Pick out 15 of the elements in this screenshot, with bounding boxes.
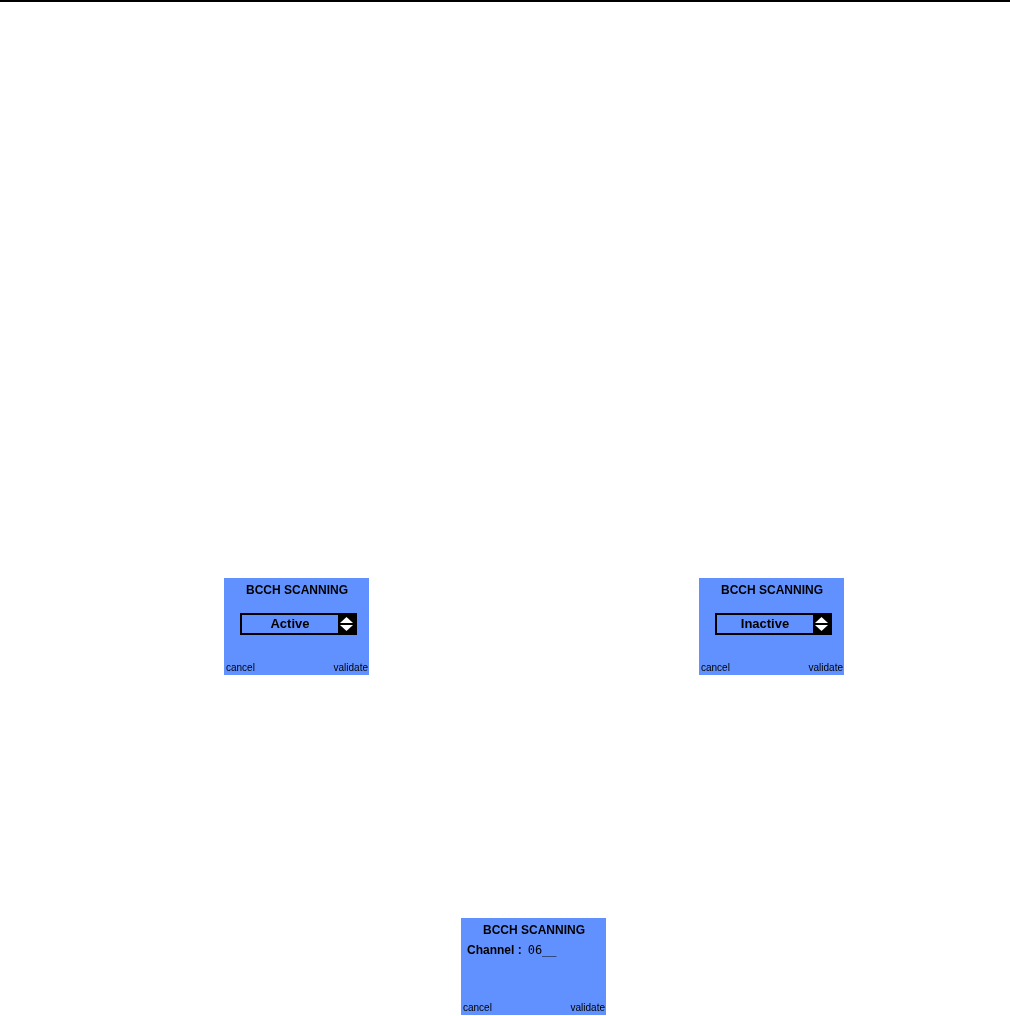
screen-title: BCCH SCANNING [246,583,348,597]
screen-title: BCCH SCANNING [721,583,823,597]
up-down-arrows-icon [338,615,355,633]
channel-input[interactable]: 06__ [527,943,557,957]
left-softkey[interactable]: cancel [463,1002,492,1014]
field-label: Channel : [467,943,522,957]
option-selector[interactable]: Active [240,613,357,635]
left-softkey[interactable]: cancel [701,662,730,674]
right-softkey[interactable]: validate [570,1002,605,1014]
option-selector[interactable]: Inactive [715,613,832,635]
right-softkey[interactable]: validate [808,662,843,674]
up-down-arrows-icon [813,615,830,633]
screen-title: BCCH SCANNING [483,923,585,937]
left-softkey[interactable]: cancel [226,662,255,674]
right-softkey[interactable]: validate [333,662,368,674]
